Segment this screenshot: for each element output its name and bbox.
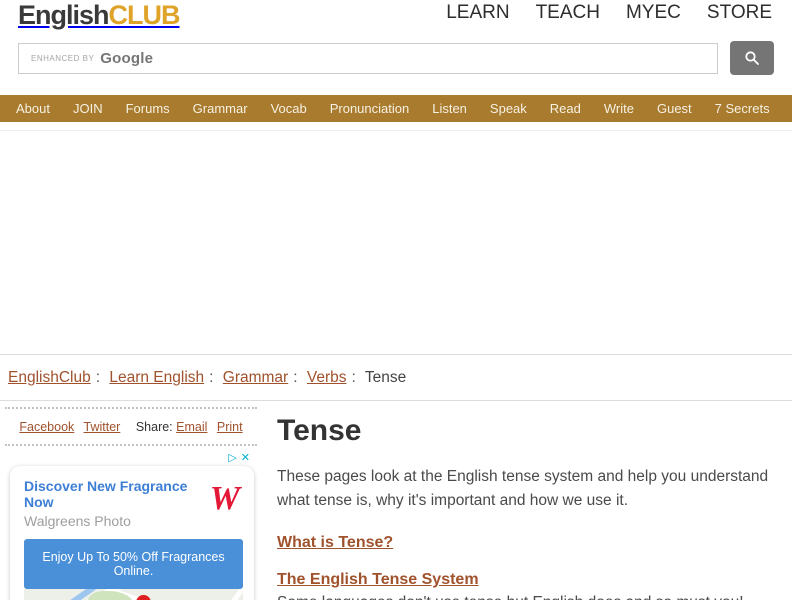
breadcrumb-separator: : (209, 369, 214, 386)
top-nav-learn[interactable]: LEARN (446, 2, 509, 24)
search-input[interactable]: ENHANCED BY Google (18, 42, 718, 74)
nav-item-write[interactable]: Write (604, 101, 634, 116)
nav-item-forums[interactable]: Forums (126, 101, 170, 116)
ad-map (24, 589, 243, 600)
ad-card[interactable]: Discover New Fragrance Now Walgreens Pho… (10, 466, 254, 600)
share-label: Share: (135, 420, 173, 434)
logo-text-club: CLUB (108, 0, 181, 30)
google-branding: Google (100, 49, 154, 67)
search-bar: ENHANCED BY Google (18, 41, 774, 75)
top-nav-store[interactable]: STORE (707, 2, 772, 24)
nav-item-about[interactable]: About (16, 101, 50, 116)
englishclub-logo[interactable]: EnglishCLUB (18, 0, 181, 30)
nav-item-vocab[interactable]: Vocab (271, 101, 307, 116)
intro-paragraph: These pages look at the English tense sy… (277, 468, 769, 510)
page-title: Tense (277, 414, 362, 447)
empty-ad-slot (0, 131, 792, 354)
nav-item-listen[interactable]: Listen (432, 101, 467, 116)
nav-item-guest[interactable]: Guest (657, 101, 692, 116)
nav-item-pronunciation[interactable]: Pronunciation (330, 101, 410, 116)
nav-item-7secrets[interactable]: 7 Secrets (715, 101, 770, 116)
ad-cta-button[interactable]: Enjoy Up To 50% Off Fragrances Online. (24, 539, 243, 589)
breadcrumb-current: Tense (364, 369, 407, 386)
link-english-tense-system[interactable]: The English Tense System (277, 571, 772, 589)
breadcrumb-link-learn-english[interactable]: Learn English (109, 369, 204, 386)
share-facebook-link[interactable]: Facebook (19, 420, 74, 434)
enhanced-by-label: ENHANCED BY (31, 53, 95, 63)
breadcrumb-link-englishclub[interactable]: EnglishClub (8, 369, 91, 386)
ad-controls: ▷ ✕ (10, 446, 254, 466)
top-nav-myec[interactable]: MYEC (626, 2, 681, 24)
breadcrumb: EnglishClub: Learn English: Grammar: Ver… (0, 354, 792, 401)
share-box: Facebook Twitter Share: Email Print (5, 407, 257, 446)
link-description: Some languages don't use tense but Engli… (277, 594, 772, 600)
sidebar: Facebook Twitter Share: Email Print ▷ ✕ … (0, 401, 262, 600)
breadcrumb-separator: : (351, 369, 356, 386)
share-twitter-link[interactable]: Twitter (84, 420, 121, 434)
top-nav-teach[interactable]: TEACH (536, 2, 600, 24)
logo-text-english: English (18, 0, 110, 30)
nav-item-grammar[interactable]: Grammar (193, 101, 248, 116)
search-icon (745, 51, 759, 65)
ad-title[interactable]: Discover New Fragrance Now (24, 478, 204, 510)
nav-item-speak[interactable]: Speak (490, 101, 527, 116)
breadcrumb-link-verbs[interactable]: Verbs (307, 369, 347, 386)
nav-item-join[interactable]: JOIN (73, 101, 103, 116)
search-button[interactable] (730, 41, 774, 75)
top-nav: LEARN TEACH MYEC STORE (446, 2, 772, 24)
ad-close-icon[interactable]: ✕ (241, 452, 250, 464)
map-road (211, 589, 243, 600)
share-email-link[interactable]: Email (176, 420, 207, 434)
adchoices-icon[interactable]: ▷ (228, 452, 236, 464)
breadcrumb-separator: : (95, 369, 101, 386)
breadcrumb-link-grammar[interactable]: Grammar (223, 369, 288, 386)
share-print-link[interactable]: Print (217, 420, 243, 434)
main-navbar: About JOIN Forums Grammar Vocab Pronunci… (0, 95, 792, 122)
walgreens-logo: W (209, 480, 240, 517)
breadcrumb-separator: : (293, 369, 298, 386)
sidebar-ad: ▷ ✕ Discover New Fragrance Now Walgreens… (0, 446, 262, 600)
nav-item-read[interactable]: Read (550, 101, 581, 116)
main-content: Tense These pages look at the English te… (262, 401, 792, 600)
site-header: EnglishCLUB LEARN TEACH MYEC STORE (0, 0, 792, 32)
link-what-is-tense[interactable]: What is Tense? (277, 534, 772, 552)
